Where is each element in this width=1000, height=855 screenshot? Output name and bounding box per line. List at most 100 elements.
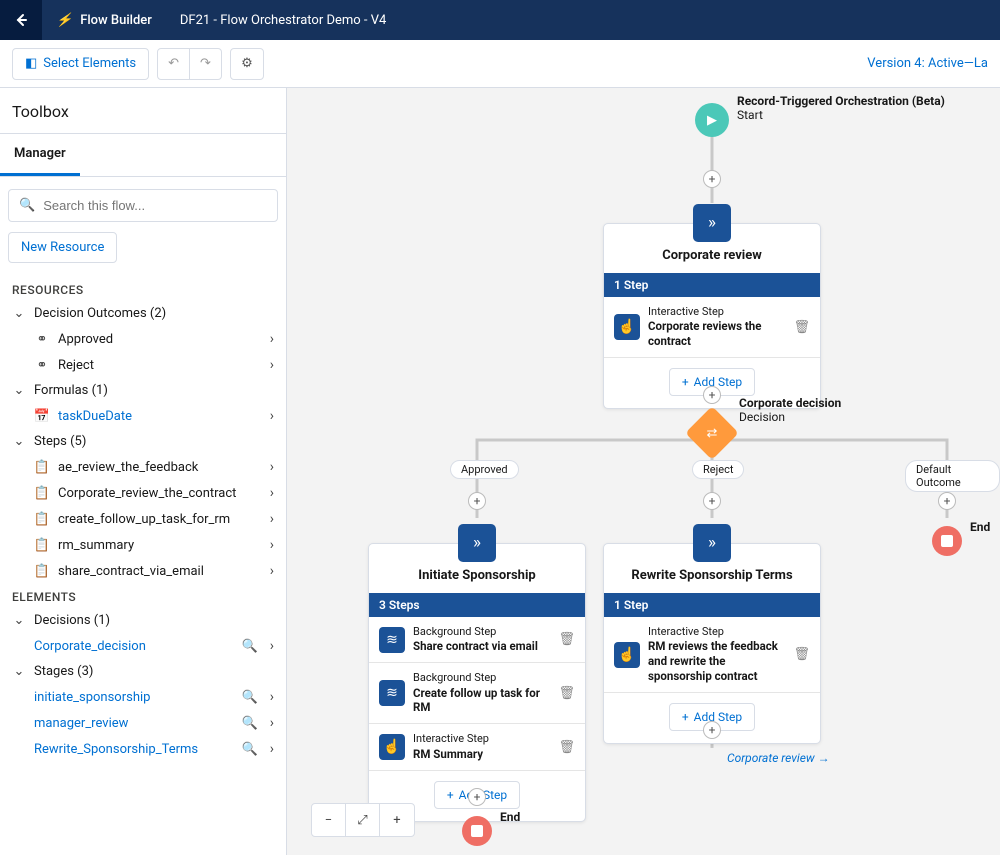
outcome-default[interactable]: Default Outcome	[905, 460, 1000, 492]
clipboard-icon: 📋	[34, 459, 50, 475]
add-node-button[interactable]: +	[468, 788, 486, 806]
stage-rewrite-sponsorship-terms[interactable]: » Rewrite Sponsorship Terms 1 Step ☝Inte…	[603, 543, 821, 744]
flow-canvas[interactable]: ▶ Record-Triggered Orchestration (Beta) …	[287, 88, 1000, 855]
search-icon[interactable]: 🔍	[242, 639, 258, 654]
delete-step-button[interactable]: 🗑	[558, 686, 575, 701]
decision-icon: ⇄	[707, 426, 718, 441]
settings-button[interactable]: ⚙	[230, 48, 264, 80]
date-icon: 📅	[34, 408, 50, 424]
flow-title: DF21 - Flow Orchestrator Demo - V4	[166, 13, 386, 28]
item-taskduedate[interactable]: 📅taskDueDate›	[8, 403, 278, 429]
app-brand: ⚡ Flow Builder	[42, 13, 166, 28]
chevron-right-icon: ›	[270, 485, 274, 501]
item-approved[interactable]: ⚭Approved›	[8, 326, 278, 352]
plus-icon: +	[682, 710, 689, 724]
outcome-reject[interactable]: Reject	[692, 460, 744, 479]
group-formulas[interactable]: ⌄Formulas (1)	[8, 378, 278, 403]
step-count: 1 Step	[604, 593, 820, 617]
stage-title: Rewrite Sponsorship Terms	[604, 544, 820, 593]
search-input[interactable]	[41, 197, 267, 214]
interactive-step-icon: ☝	[614, 642, 640, 668]
add-node-button[interactable]: +	[703, 170, 721, 188]
add-node-button[interactable]: +	[938, 492, 956, 510]
item-step-0[interactable]: 📋ae_review_the_feedback›	[8, 454, 278, 480]
group-stages[interactable]: ⌄Stages (3)	[8, 659, 278, 684]
item-initiate-sponsorship[interactable]: initiate_sponsorship🔍›	[8, 684, 278, 710]
chevron-right-icon: ›	[270, 357, 274, 373]
elements-header: ELEMENTS	[8, 584, 278, 608]
decision-label: Corporate decisionDecision	[739, 396, 841, 424]
tab-manager[interactable]: Manager	[0, 134, 80, 176]
item-manager-review[interactable]: manager_review🔍›	[8, 710, 278, 736]
item-reject[interactable]: ⚭Reject›	[8, 352, 278, 378]
delete-step-button[interactable]: 🗑	[793, 647, 810, 662]
item-step-2[interactable]: 📋create_follow_up_task_for_rm›	[8, 506, 278, 532]
end-label: End	[970, 520, 990, 534]
stage-initiate-sponsorship[interactable]: » Initiate Sponsorship 3 Steps ≋Backgrou…	[368, 543, 586, 822]
sidebar-tabs: Manager	[0, 134, 286, 177]
step-count: 3 Steps	[369, 593, 585, 617]
chevron-right-icon: ›	[270, 638, 274, 654]
step-row[interactable]: ≋Background StepCreate follow up task fo…	[369, 663, 585, 724]
item-rewrite-sponsorship-terms[interactable]: Rewrite_Sponsorship_Terms🔍›	[8, 736, 278, 762]
step-row[interactable]: ☝ Interactive StepCorporate reviews the …	[604, 297, 820, 358]
chevron-right-icon: ›	[270, 741, 274, 757]
clipboard-icon: 📋	[34, 537, 50, 553]
chevron-right-icon: ›	[270, 563, 274, 579]
end-node[interactable]	[462, 816, 492, 846]
delete-step-button[interactable]: 🗑	[558, 740, 575, 755]
end-node[interactable]	[932, 526, 962, 556]
interactive-step-icon: ☝	[614, 314, 640, 340]
group-decisions[interactable]: ⌄Decisions (1)	[8, 608, 278, 633]
delete-step-button[interactable]: 🗑	[558, 632, 575, 647]
chevron-right-icon: ›	[270, 715, 274, 731]
end-label: End	[500, 810, 520, 824]
chevron-down-icon: ⌄	[12, 383, 26, 398]
plus-icon: +	[447, 788, 454, 802]
background-step-icon: ≋	[379, 627, 405, 653]
select-elements-button[interactable]: ◧ Select Elements	[12, 48, 149, 80]
delete-step-button[interactable]: 🗑	[793, 320, 810, 335]
chevron-down-icon: ⌄	[12, 664, 26, 679]
select-icon: ◧	[25, 56, 37, 71]
add-node-button[interactable]: +	[703, 721, 721, 739]
play-icon: ▶	[707, 113, 717, 128]
item-step-3[interactable]: 📋rm_summary›	[8, 532, 278, 558]
chevron-right-icon: ›	[270, 331, 274, 347]
redo-button[interactable]: ↷	[189, 48, 222, 80]
start-node[interactable]: ▶	[695, 103, 729, 137]
new-resource-button[interactable]: New Resource	[8, 232, 117, 263]
step-row[interactable]: ≋Background StepShare contract via email…	[369, 617, 585, 663]
zoom-in-button[interactable]: +	[380, 804, 414, 836]
flow-icon: ⚡	[56, 13, 72, 28]
group-decision-outcomes[interactable]: ⌄Decision Outcomes (2)	[8, 301, 278, 326]
search-icon[interactable]: 🔍	[242, 716, 258, 731]
search-icon[interactable]: 🔍	[242, 742, 258, 757]
step-count: 1 Step	[604, 273, 820, 297]
search-icon[interactable]: 🔍	[242, 690, 258, 705]
stage-title: Corporate review	[604, 224, 820, 273]
zoom-out-button[interactable]: −	[312, 804, 346, 836]
stage-corporate-review[interactable]: » Corporate review 1 Step ☝ Interactive …	[603, 223, 821, 409]
zoom-fit-button[interactable]: ⤢	[346, 804, 380, 836]
zoom-controls: − ⤢ +	[311, 803, 415, 837]
clipboard-icon: 📋	[34, 563, 50, 579]
item-corporate-decision[interactable]: Corporate_decision🔍›	[8, 633, 278, 659]
back-button[interactable]	[0, 0, 42, 40]
undo-button[interactable]: ↶	[157, 48, 190, 80]
clipboard-icon: 📋	[34, 485, 50, 501]
step-row[interactable]: ☝Interactive StepRM reviews the feedback…	[604, 617, 820, 693]
group-steps[interactable]: ⌄Steps (5)	[8, 429, 278, 454]
interactive-step-icon: ☝	[379, 734, 405, 760]
outcome-approved[interactable]: Approved	[450, 460, 519, 479]
goto-link[interactable]: Corporate review →	[727, 751, 830, 765]
add-node-button[interactable]: +	[468, 492, 486, 510]
add-node-button[interactable]: +	[703, 386, 721, 404]
step-row[interactable]: ☝Interactive StepRM Summary🗑	[369, 724, 585, 770]
item-step-4[interactable]: 📋share_contract_via_email›	[8, 558, 278, 584]
undo-icon: ↶	[168, 56, 179, 71]
add-node-button[interactable]: +	[703, 492, 721, 510]
search-icon: 🔍	[19, 198, 35, 213]
item-step-1[interactable]: 📋Corporate_review_the_contract›	[8, 480, 278, 506]
search-input-wrap[interactable]: 🔍	[8, 189, 278, 222]
